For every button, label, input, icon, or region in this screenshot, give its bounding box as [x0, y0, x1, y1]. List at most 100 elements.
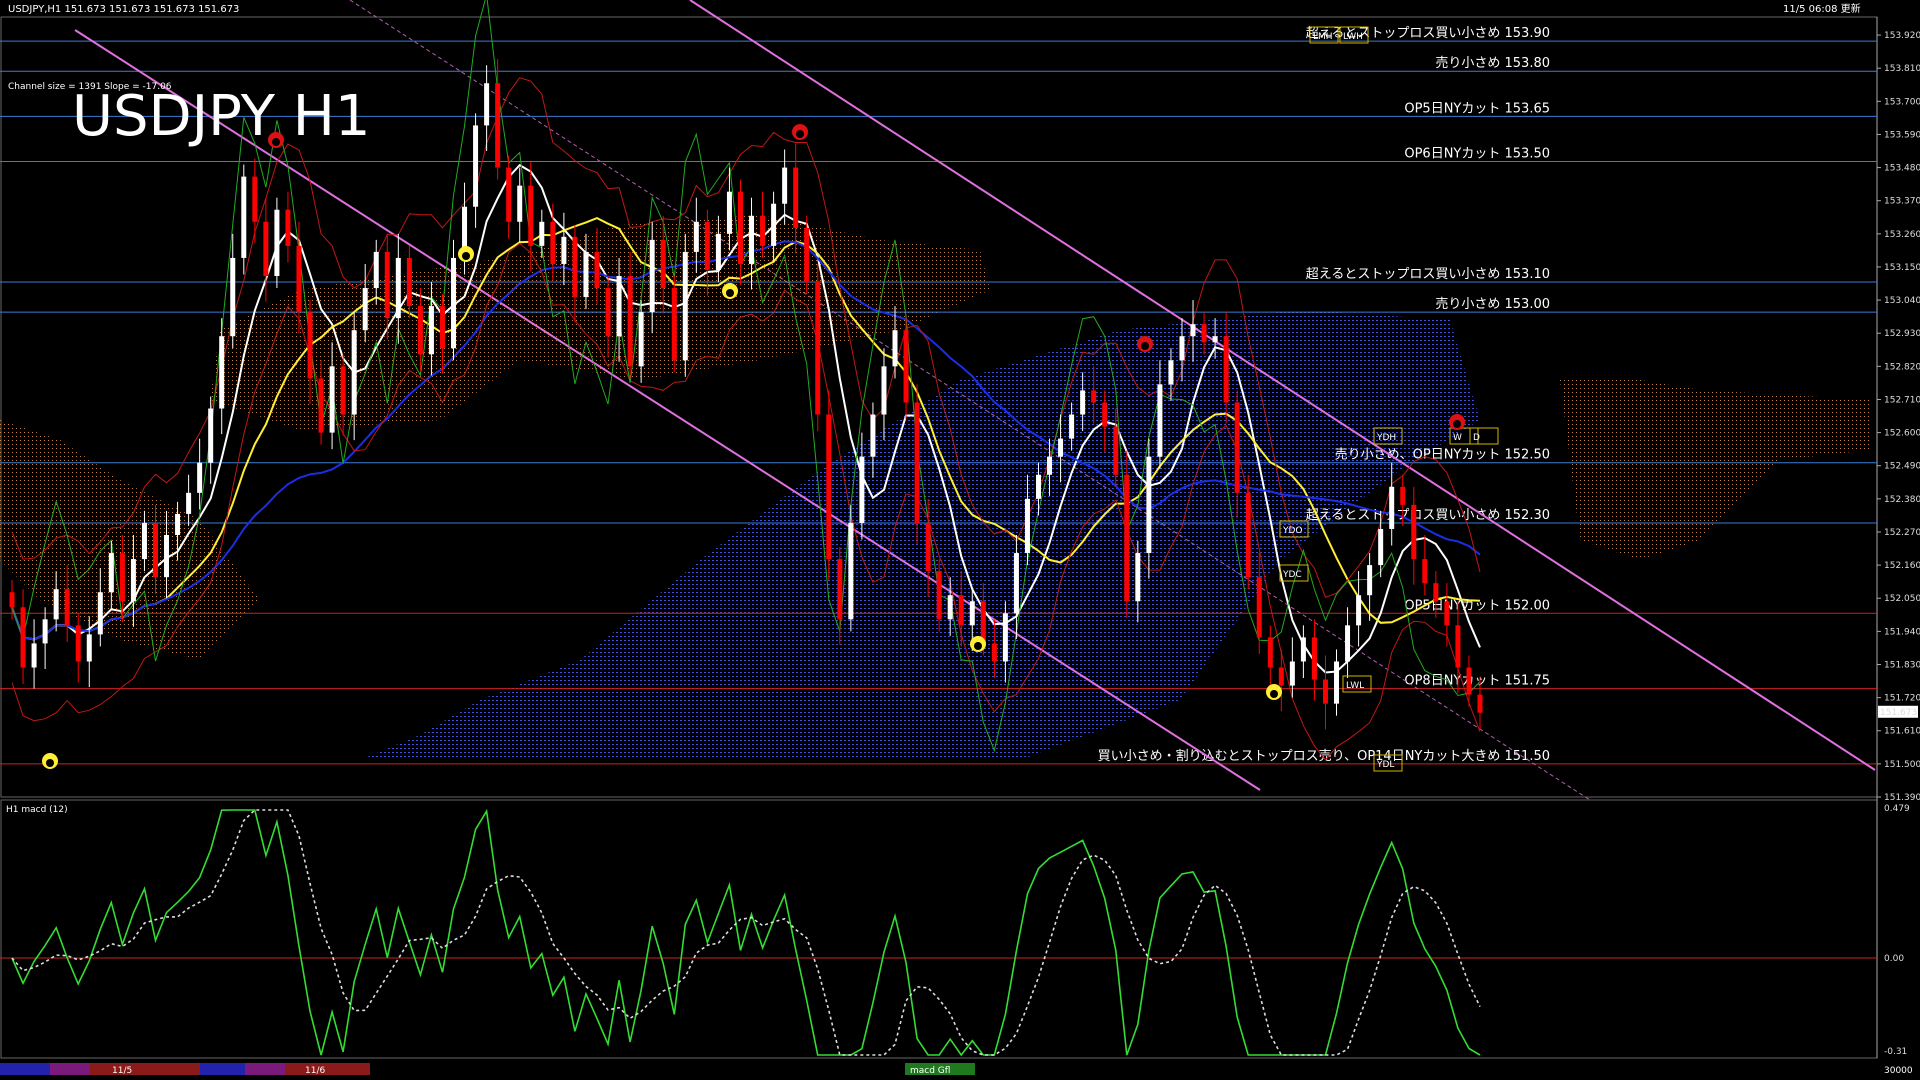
candle-body [583, 251, 589, 298]
candle-body [186, 492, 192, 514]
candle-body [1069, 414, 1075, 439]
candle-body [627, 275, 633, 367]
candle-body [1201, 324, 1207, 343]
signal-up-hole [462, 252, 470, 260]
candle-body [329, 366, 335, 433]
price-tick-label: 153.260 [1884, 230, 1920, 240]
candle-body [837, 559, 843, 620]
candle-body [152, 522, 158, 578]
price-tick-label: 153.700 [1884, 97, 1920, 107]
candle-body [1124, 474, 1130, 602]
candle-body [263, 221, 269, 276]
candle-body [1168, 360, 1174, 385]
signal-down-hole [796, 130, 804, 138]
candle-body [870, 414, 876, 457]
level-label: 買い小さめ・割り込むとストップロス売り、OP14日NYカット大きめ 151.50 [1098, 748, 1550, 764]
time-label-1: 11/5 [112, 1066, 132, 1076]
candle-body [991, 643, 997, 662]
chart-canvas: 超えるとストップロス買い小さめ 153.90売り小さめ 153.80OP5日NY… [0, 0, 1920, 1080]
candle-body [1444, 601, 1450, 626]
candle-body [53, 589, 59, 620]
macd-tick-zero: 0.00 [1884, 954, 1904, 964]
marker-w: W [1453, 433, 1462, 443]
price-tick-label: 151.720 [1884, 694, 1920, 704]
candle-body [1477, 694, 1483, 713]
candle-body [495, 83, 501, 168]
candle-body [550, 221, 556, 264]
candle-body [1080, 390, 1086, 415]
candle-body [1300, 637, 1306, 662]
candle-body [340, 366, 346, 415]
candle-body [473, 125, 479, 207]
candle-body [594, 251, 600, 289]
candle-body [395, 257, 401, 319]
candle-body [208, 408, 214, 463]
marker-lwh: LWH [1343, 32, 1363, 42]
candle-body [175, 513, 181, 535]
candle-body [1345, 625, 1351, 662]
candle-body [1002, 613, 1008, 662]
candle-body [351, 330, 357, 415]
price-tick-label: 152.600 [1884, 429, 1920, 439]
candle-body [9, 592, 15, 608]
candle-body [958, 595, 964, 626]
price-tick-label: 153.920 [1884, 31, 1920, 41]
candle-body [1190, 324, 1196, 337]
candle-body [506, 167, 512, 222]
price-tick-label: 151.610 [1884, 727, 1920, 737]
price-tick-label: 152.160 [1884, 561, 1920, 571]
price-tick-label: 153.810 [1884, 64, 1920, 74]
level-label: OP5日NYカット 153.65 [1404, 101, 1550, 116]
candle-body [1389, 486, 1395, 529]
candle-body [1256, 577, 1262, 638]
candle-body [1013, 553, 1019, 614]
candle-body [252, 176, 258, 222]
price-tick-label: 151.830 [1884, 660, 1920, 670]
price-tick-label: 151.500 [1884, 760, 1920, 770]
candle-body [804, 227, 810, 283]
candle-body [406, 257, 412, 307]
candle-body [771, 203, 777, 246]
candle-body [704, 221, 710, 270]
candle-body [241, 176, 247, 258]
candle-body [715, 233, 721, 270]
price-tick-label: 152.380 [1884, 495, 1920, 505]
macd-tick-bottom: -0.31 [1884, 1047, 1907, 1057]
candle-body [726, 191, 732, 234]
candle-body [484, 83, 490, 126]
marker-ydh: YDH [1376, 433, 1396, 443]
candle-body [197, 462, 203, 493]
candle-body [1278, 667, 1284, 686]
candle-body [660, 239, 666, 289]
price-tick-label: 152.270 [1884, 528, 1920, 538]
candle-body [274, 209, 280, 276]
level-label: 超えるとストップロス買い小さめ 153.10 [1306, 267, 1550, 282]
level-label: OP6日NYカット 153.50 [1404, 147, 1550, 162]
datetime-header: 11/5 06:08 更新 [1783, 2, 1861, 15]
price-tick-label: 152.050 [1884, 594, 1920, 604]
price-tick-label: 153.590 [1884, 130, 1920, 140]
price-tick-label: 153.040 [1884, 296, 1920, 306]
price-tick-label: 152.490 [1884, 462, 1920, 472]
candle-body [75, 625, 81, 662]
candle-body [417, 306, 423, 355]
candle-body [1058, 438, 1064, 457]
candle-body [373, 251, 379, 289]
candle-body [782, 167, 788, 204]
candle-body [947, 595, 953, 620]
candle-body [848, 522, 854, 620]
price-tick-label: 152.710 [1884, 395, 1920, 405]
candle-body [737, 191, 743, 264]
candle-body [749, 215, 755, 264]
candle-body [1035, 474, 1041, 499]
macd-title: H1 macd (12) [6, 805, 68, 815]
candle-body [1135, 553, 1141, 602]
candle-body [42, 619, 48, 644]
candle-body [539, 221, 545, 246]
signal-up-hole [726, 289, 734, 297]
price-tick-label: 153.370 [1884, 197, 1920, 207]
candle-body [119, 553, 125, 602]
signal-down-hole [1141, 342, 1149, 350]
candle-body [561, 236, 567, 264]
macd-tick-top: 0.479 [1884, 804, 1910, 814]
